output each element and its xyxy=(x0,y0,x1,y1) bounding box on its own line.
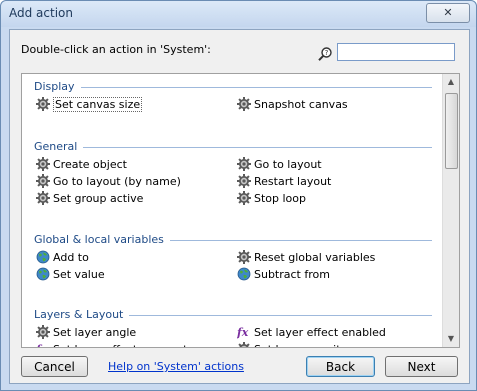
close-icon: ✕ xyxy=(443,6,453,19)
action-item[interactable]: Go to layout xyxy=(237,156,322,172)
action-label: Set layer opacity xyxy=(254,343,347,348)
group-divider xyxy=(81,87,432,88)
gear-icon xyxy=(237,157,251,171)
globe-icon xyxy=(237,267,251,281)
action-label: Go to layout xyxy=(254,157,322,171)
cancel-button[interactable]: Cancel xyxy=(21,356,88,377)
next-button[interactable]: Next xyxy=(385,356,458,377)
add-action-dialog: Add action ✕ Double-click an action in '… xyxy=(0,0,477,391)
gear-icon xyxy=(36,174,50,188)
group-header: General xyxy=(34,140,78,153)
window-title: Add action xyxy=(9,6,73,20)
gear-icon xyxy=(237,97,251,111)
scroll-down-arrow[interactable]: ▼ xyxy=(443,331,459,347)
vertical-scrollbar[interactable]: ▲ ▼ xyxy=(442,74,459,347)
action-item[interactable]: fx Set layer effect enabled xyxy=(236,324,386,340)
gear-icon xyxy=(237,342,251,347)
group-header: Layers & Layout xyxy=(34,308,124,321)
action-label: Snapshot canvas xyxy=(254,97,348,111)
svg-text:?: ? xyxy=(325,49,329,57)
gear-icon xyxy=(237,174,251,188)
gear-icon xyxy=(237,250,251,264)
fx-effect-icon: fx xyxy=(236,325,251,339)
action-item[interactable]: Restart layout xyxy=(237,173,331,189)
globe-icon xyxy=(36,267,50,281)
action-item[interactable]: Create object xyxy=(36,156,127,172)
action-list[interactable]: ▲ ▼ Display Set canvas size Snapshot canva… xyxy=(21,73,460,348)
action-item[interactable]: Set canvas size xyxy=(36,96,143,112)
globe-icon xyxy=(36,250,50,264)
action-item[interactable]: Set value xyxy=(36,266,105,282)
group-divider xyxy=(129,315,432,316)
svg-text:fx: fx xyxy=(36,343,48,348)
action-item[interactable]: Set layer opacity xyxy=(237,341,347,348)
help-link[interactable]: Help on 'System' actions xyxy=(108,360,244,373)
title-bar[interactable]: Add action ✕ xyxy=(1,1,476,27)
svg-text:fx: fx xyxy=(237,326,249,339)
action-label: Restart layout xyxy=(254,174,332,188)
back-button[interactable]: Back xyxy=(306,356,375,377)
gear-icon xyxy=(36,325,50,339)
group-header: Display xyxy=(34,80,75,93)
action-label: Set value xyxy=(53,267,105,281)
gear-icon xyxy=(36,97,50,111)
action-label: Go to layout (by name) xyxy=(53,174,181,188)
action-item[interactable]: Stop loop xyxy=(237,190,306,206)
dialog-client-area: Double-click an action in 'System': ? ▲ … xyxy=(9,29,470,384)
gear-icon xyxy=(36,157,50,171)
action-label: Set layer effect enabled xyxy=(254,325,386,339)
magnifier-icon: ? xyxy=(318,47,332,61)
action-label: Set layer angle xyxy=(53,325,137,339)
fx-effect-icon: fx xyxy=(35,342,50,348)
search-prompt: Double-click an action in 'System': xyxy=(21,43,211,56)
action-label: Create object xyxy=(53,157,127,171)
gear-icon xyxy=(36,191,50,205)
close-button[interactable]: ✕ xyxy=(426,3,470,23)
action-label: Set layer effect parameter xyxy=(53,343,199,348)
gear-icon xyxy=(237,191,251,205)
action-item[interactable]: Go to layout (by name) xyxy=(36,173,181,189)
action-item[interactable]: Reset global variables xyxy=(237,249,375,265)
search-input[interactable] xyxy=(337,43,455,61)
action-item[interactable]: Add to xyxy=(36,249,89,265)
group-header: Global & local variables xyxy=(34,233,164,246)
action-item[interactable]: Subtract from xyxy=(237,266,330,282)
action-label: Set canvas size xyxy=(53,96,143,112)
action-label: Stop loop xyxy=(254,191,307,205)
action-label: Subtract from xyxy=(254,267,330,281)
action-item[interactable]: fx Set layer effect parameter xyxy=(35,341,199,348)
action-item[interactable]: Set group active xyxy=(36,190,143,206)
group-divider xyxy=(83,147,432,148)
group-divider xyxy=(170,240,432,241)
action-item[interactable]: Set layer angle xyxy=(36,324,136,340)
scroll-up-arrow[interactable]: ▲ xyxy=(443,74,459,90)
action-label: Set group active xyxy=(53,191,144,205)
action-label: Reset global variables xyxy=(254,250,376,264)
scroll-thumb[interactable] xyxy=(445,93,458,169)
action-item[interactable]: Snapshot canvas xyxy=(237,96,348,112)
action-label: Add to xyxy=(53,250,89,264)
